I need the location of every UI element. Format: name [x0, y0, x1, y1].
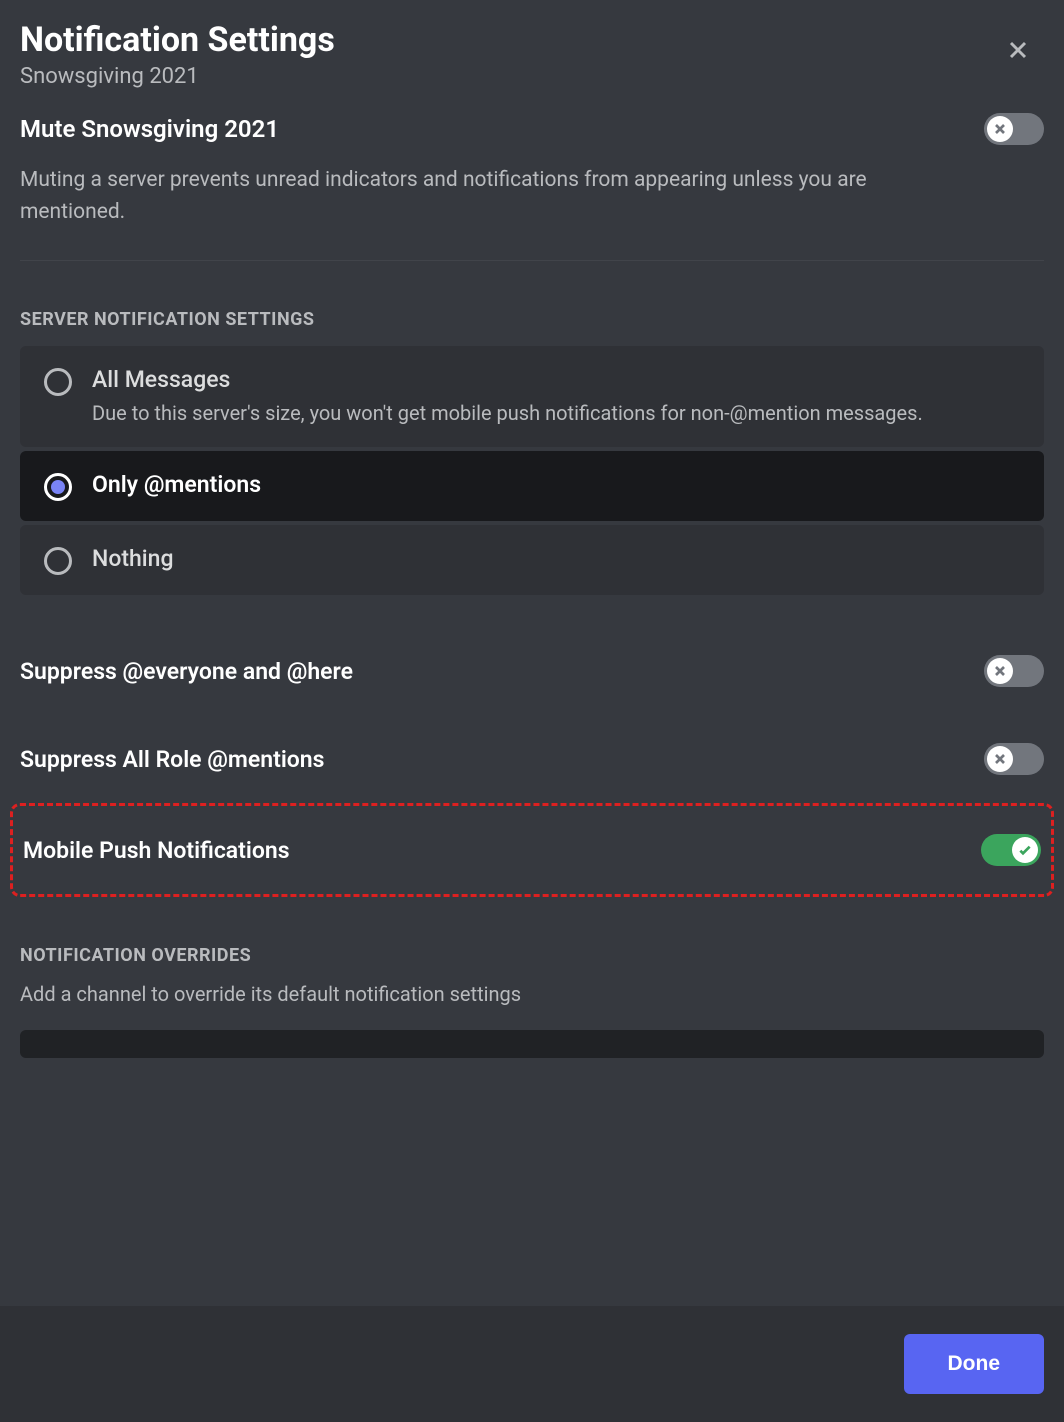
- suppress-roles-label: Suppress All Role @mentions: [20, 746, 324, 773]
- mobile-push-row: Mobile Push Notifications: [23, 806, 1041, 894]
- server-settings-header: SERVER NOTIFICATION SETTINGS: [20, 309, 1044, 330]
- toggle-knob: [987, 658, 1013, 684]
- close-button[interactable]: [1000, 32, 1036, 68]
- modal-title: Notification Settings: [20, 20, 1000, 60]
- x-icon: [992, 121, 1008, 137]
- overrides-header: NOTIFICATION OVERRIDES: [20, 945, 1044, 966]
- modal-footer: Done: [0, 1306, 1064, 1422]
- suppress-everyone-row: Suppress @everyone and @here: [20, 627, 1044, 715]
- toggle-knob: [987, 746, 1013, 772]
- mute-toggle[interactable]: [984, 113, 1044, 145]
- notification-radio-group: All Messages Due to this server's size, …: [20, 346, 1044, 595]
- modal-subtitle: Snowsgiving 2021: [20, 64, 1000, 89]
- close-icon: [1004, 36, 1032, 64]
- radio-circle-icon: [44, 473, 72, 501]
- x-icon: [992, 663, 1008, 679]
- channel-override-input[interactable]: [20, 1030, 1044, 1058]
- header-text-block: Notification Settings Snowsgiving 2021: [20, 20, 1000, 89]
- modal-content: Mute Snowsgiving 2021 Muting a server pr…: [0, 113, 1064, 1058]
- mobile-push-label: Mobile Push Notifications: [23, 837, 290, 864]
- done-button[interactable]: Done: [904, 1334, 1045, 1394]
- radio-label: Nothing: [92, 545, 1020, 572]
- radio-content: Only @mentions: [92, 471, 1020, 498]
- radio-circle-icon: [44, 547, 72, 575]
- x-icon: [992, 751, 1008, 767]
- toggle-knob: [1012, 837, 1038, 863]
- radio-description: Due to this server's size, you won't get…: [92, 399, 1020, 427]
- suppress-roles-toggle[interactable]: [984, 743, 1044, 775]
- radio-content: Nothing: [92, 545, 1020, 572]
- overrides-description: Add a channel to override its default no…: [20, 982, 1044, 1006]
- modal-header: Notification Settings Snowsgiving 2021: [0, 0, 1064, 113]
- mobile-push-highlight: Mobile Push Notifications: [10, 803, 1054, 897]
- suppress-everyone-toggle[interactable]: [984, 655, 1044, 687]
- radio-nothing[interactable]: Nothing: [20, 525, 1044, 595]
- mute-description: Muting a server prevents unread indicato…: [20, 165, 940, 228]
- radio-label: Only @mentions: [92, 471, 1020, 498]
- mobile-push-toggle[interactable]: [981, 834, 1041, 866]
- radio-circle-icon: [44, 368, 72, 396]
- radio-all-messages[interactable]: All Messages Due to this server's size, …: [20, 346, 1044, 447]
- toggle-knob: [987, 116, 1013, 142]
- mute-section: Mute Snowsgiving 2021 Muting a server pr…: [20, 113, 1044, 261]
- radio-only-mentions[interactable]: Only @mentions: [20, 451, 1044, 521]
- radio-content: All Messages Due to this server's size, …: [92, 366, 1020, 427]
- mute-label: Mute Snowsgiving 2021: [20, 115, 279, 143]
- check-icon: [1017, 842, 1033, 858]
- suppress-everyone-label: Suppress @everyone and @here: [20, 658, 353, 685]
- radio-label: All Messages: [92, 366, 1020, 393]
- suppress-roles-row: Suppress All Role @mentions: [20, 715, 1044, 803]
- overrides-section: NOTIFICATION OVERRIDES Add a channel to …: [20, 945, 1044, 1058]
- mute-row: Mute Snowsgiving 2021: [20, 113, 1044, 145]
